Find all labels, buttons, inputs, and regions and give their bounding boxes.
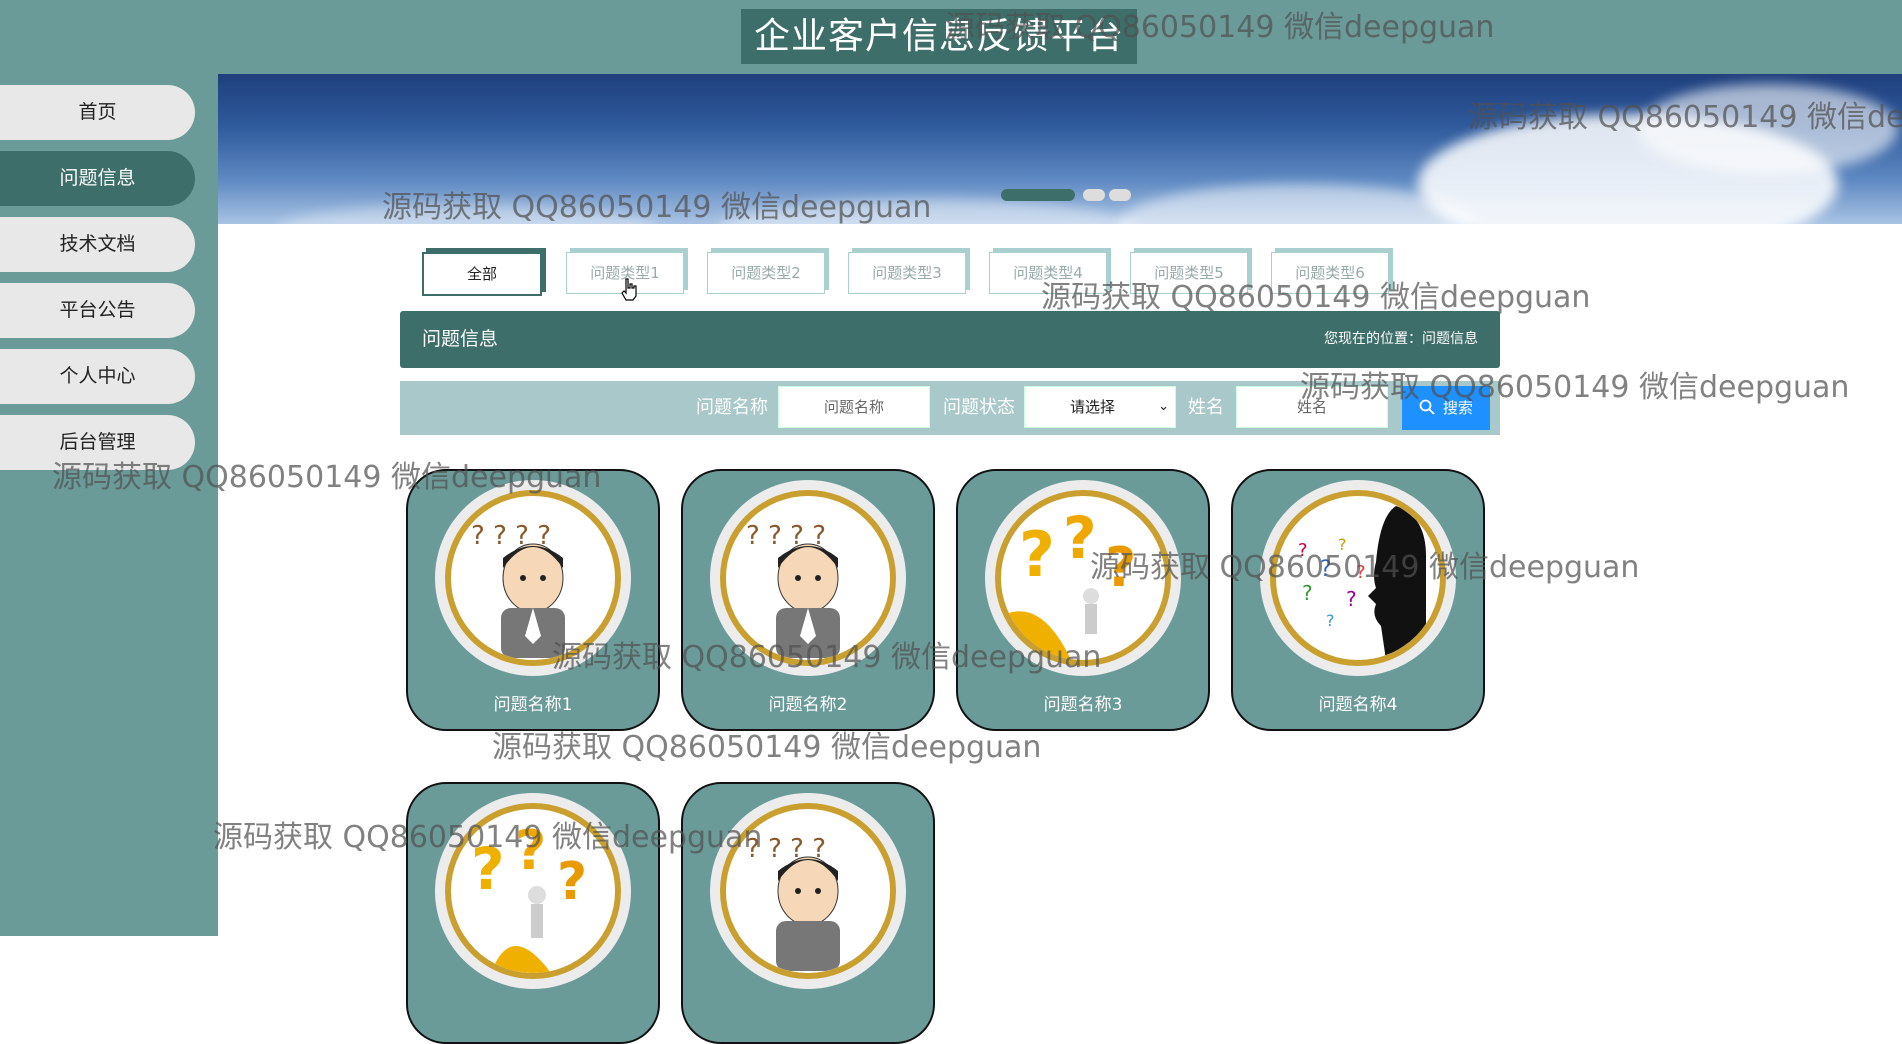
sidebar-item-docs[interactable]: 技术文档 (0, 217, 195, 272)
problem-card[interactable]: ? ? ? ? (681, 782, 935, 1044)
sidebar-item-profile[interactable]: 个人中心 (0, 349, 195, 404)
carousel-dot[interactable] (1109, 189, 1131, 201)
top-header: 企业客户信息反馈平台 (0, 0, 1902, 74)
person-name-input[interactable]: 姓名 (1236, 386, 1388, 428)
problem-card[interactable]: ? ? ? ? ? ? ? 问题名称4 (1231, 469, 1485, 731)
card-image: ? ? ? ? (445, 490, 621, 666)
svg-text:?: ? (1338, 535, 1347, 554)
svg-text:?: ? (515, 819, 546, 882)
carousel-dot[interactable] (1083, 189, 1105, 201)
problem-name-label: 问题名称 (696, 397, 768, 418)
svg-text:?: ? (1298, 540, 1308, 561)
question-man-icon: ? ? ? ? (746, 834, 840, 971)
tab-type-5[interactable]: 问题类型5 (1130, 252, 1248, 294)
problem-name-input[interactable]: 问题名称 (778, 386, 930, 428)
svg-text:?: ? (1063, 504, 1097, 572)
svg-text:?: ? (1356, 562, 1366, 583)
card-image-frame: ? ? ? ? ? ? ? (1260, 480, 1456, 676)
card-image: ? ? ? (445, 803, 621, 979)
section-title: 问题信息 (422, 328, 499, 350)
card-title: 问题名称2 (768, 695, 848, 715)
carousel-dot-active[interactable] (1001, 189, 1075, 201)
card-image-frame: ? ? ? ? (435, 480, 631, 676)
problem-card[interactable]: ? ? ? ? 问题名称2 (681, 469, 935, 731)
cloud-shape (278, 204, 658, 224)
tab-all[interactable]: 全部 (422, 252, 542, 296)
tab-type-6[interactable]: 问题类型6 (1271, 252, 1389, 294)
banner-carousel (218, 74, 1902, 224)
svg-text:?: ? (557, 852, 587, 912)
svg-text:?: ? (1320, 557, 1332, 582)
hand-cursor-icon (621, 278, 637, 301)
sidebar-item-problems[interactable]: 问题信息 (0, 151, 195, 206)
svg-text:?: ? (1326, 611, 1335, 630)
card-image-frame: ? ? ? ? (710, 793, 906, 989)
card-image: ? ? ? ? (720, 490, 896, 666)
search-icon (1419, 399, 1435, 415)
cloud-shape (1638, 84, 1898, 174)
chevron-down-icon: ⌄ (1158, 399, 1169, 414)
problem-card[interactable]: ? ? ? ? 问题名称1 (406, 469, 660, 731)
site-title: 企业客户信息反馈平台 (741, 9, 1137, 64)
problem-status-select[interactable]: 请选择 ⌄ (1024, 386, 1176, 428)
breadcrumb: 您现在的位置：问题信息 (1324, 331, 1478, 347)
svg-text:?: ? (1105, 536, 1136, 599)
question-man-icon: ? ? ? ? (746, 521, 840, 658)
search-button-label: 搜索 (1442, 399, 1473, 417)
search-bar: 问题名称 问题名称 问题状态 请选择 ⌄ 姓名 姓名 搜索 (400, 381, 1500, 435)
sidebar-item-home[interactable]: 首页 (0, 85, 195, 140)
sidebar: 首页 问题信息 技术文档 平台公告 个人中心 后台管理 (0, 74, 218, 936)
question-marks-icon: ? ? ? (1001, 504, 1136, 660)
sidebar-item-admin[interactable]: 后台管理 (0, 415, 195, 470)
card-image: ? ? ? ? ? ? ? (1270, 490, 1446, 666)
cloud-shape (718, 199, 1138, 224)
question-marks-icon: ? ? ? (471, 819, 587, 973)
person-name-label: 姓名 (1188, 397, 1224, 418)
status-selected-value: 请选择 (1070, 398, 1116, 416)
silhouette-questions-icon: ? ? ? ? ? ? ? (1298, 506, 1426, 660)
svg-text:?: ? (1302, 581, 1313, 605)
problem-card[interactable]: ? ? ? (406, 782, 660, 1044)
tab-type-3[interactable]: 问题类型3 (848, 252, 966, 294)
card-title: 问题名称1 (493, 695, 573, 715)
svg-text:?: ? (1019, 518, 1055, 591)
card-image: ? ? ? ? (720, 803, 896, 979)
problem-card[interactable]: ? ? ? 问题名称3 (956, 469, 1210, 731)
card-image-frame: ? ? ? (985, 480, 1181, 676)
card-image: ? ? ? (995, 490, 1171, 666)
card-title: 问题名称3 (1043, 695, 1123, 715)
tab-type-4[interactable]: 问题类型4 (989, 252, 1107, 294)
svg-text:?: ? (471, 835, 505, 903)
card-title: 问题名称4 (1318, 695, 1398, 715)
search-button[interactable]: 搜索 (1402, 386, 1490, 430)
card-image-frame: ? ? ? (435, 793, 631, 989)
section-header: 问题信息 您现在的位置：问题信息 (400, 311, 1500, 368)
card-image-frame: ? ? ? ? (710, 480, 906, 676)
tab-type-2[interactable]: 问题类型2 (707, 252, 825, 294)
sidebar-item-announcements[interactable]: 平台公告 (0, 283, 195, 338)
svg-text:?: ? (1346, 587, 1357, 611)
question-man-icon: ? ? ? ? (471, 521, 565, 658)
problem-status-label: 问题状态 (943, 397, 1015, 418)
